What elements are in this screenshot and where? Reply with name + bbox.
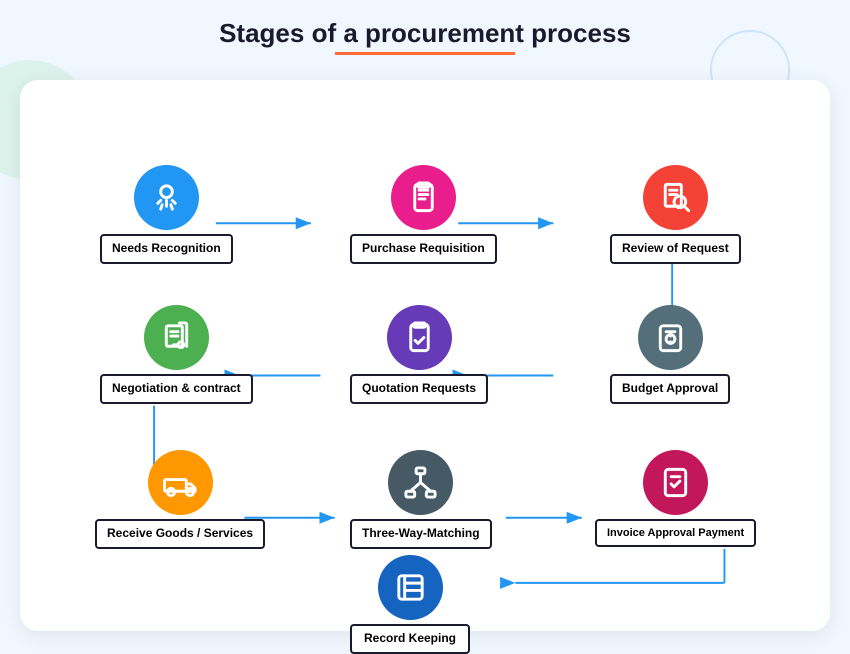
node-invoice-label: Invoice Approval Payment — [595, 519, 756, 547]
node-quotation: Quotation Requests — [350, 305, 488, 404]
node-matching-label: Three-Way-Matching — [350, 519, 492, 549]
node-review-circle — [643, 165, 708, 230]
node-purchase: Purchase Requisition — [350, 165, 497, 264]
diagram: Needs Recognition Purchase Requisition — [40, 110, 810, 621]
main-card: Needs Recognition Purchase Requisition — [20, 80, 830, 631]
node-matching: Three-Way-Matching — [350, 450, 492, 549]
node-matching-circle — [388, 450, 453, 515]
node-quotation-circle — [387, 305, 452, 370]
node-purchase-circle — [391, 165, 456, 230]
node-needs: Needs Recognition — [100, 165, 233, 264]
node-budget-circle — [638, 305, 703, 370]
node-record: Record Keeping — [350, 555, 470, 654]
node-receive: Receive Goods / Services — [95, 450, 265, 549]
node-budget-label: Budget Approval — [610, 374, 730, 404]
node-purchase-label: Purchase Requisition — [350, 234, 497, 264]
node-needs-label: Needs Recognition — [100, 234, 233, 264]
node-quotation-label: Quotation Requests — [350, 374, 488, 404]
node-needs-circle — [134, 165, 199, 230]
node-invoice: Invoice Approval Payment — [595, 450, 756, 547]
node-review: Review of Request — [610, 165, 741, 264]
node-negotiation-circle — [144, 305, 209, 370]
node-record-label: Record Keeping — [350, 624, 470, 654]
title-underline — [335, 52, 515, 55]
node-negotiation-label: Negotiation & contract — [100, 374, 253, 404]
node-review-label: Review of Request — [610, 234, 741, 264]
node-negotiation: Negotiation & contract — [100, 305, 253, 404]
node-invoice-circle — [643, 450, 708, 515]
node-receive-label: Receive Goods / Services — [95, 519, 265, 549]
node-receive-circle — [148, 450, 213, 515]
node-budget: Budget Approval — [610, 305, 730, 404]
page-title: Stages of a procurement process — [0, 18, 850, 49]
node-record-circle — [378, 555, 443, 620]
